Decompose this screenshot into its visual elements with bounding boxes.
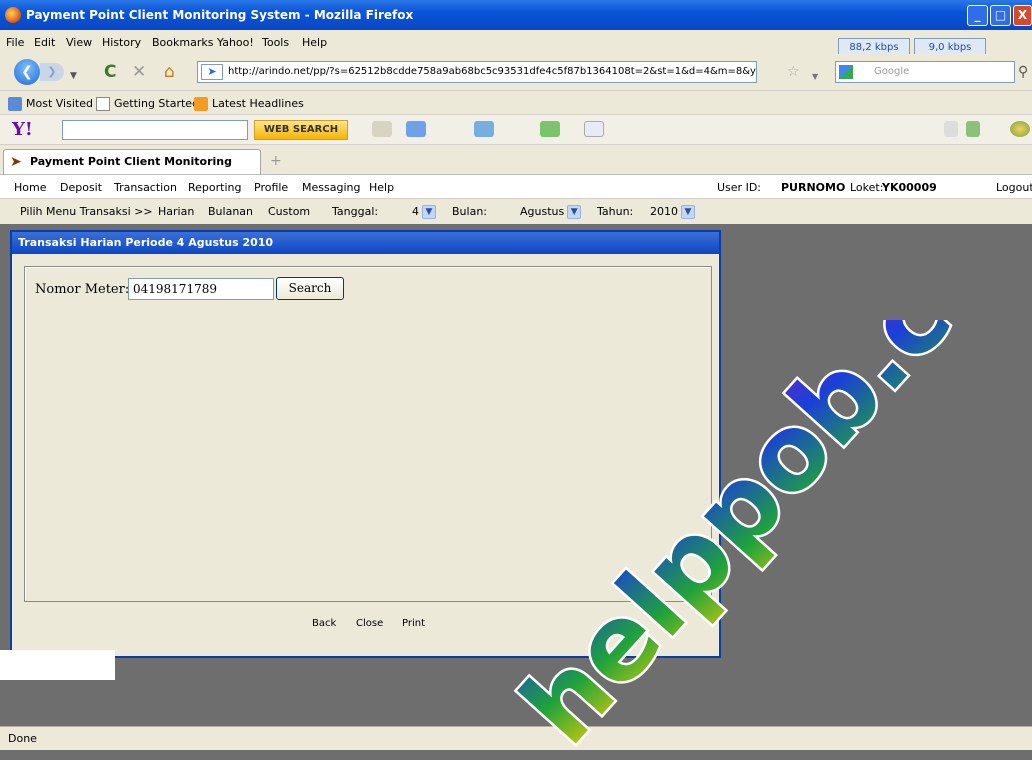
search-button[interactable]: Search bbox=[276, 277, 344, 300]
app-menu: Home Deposit Transaction Reporting Profi… bbox=[0, 174, 1032, 198]
window-titlebar: Payment Point Client Monitoring System -… bbox=[0, 0, 1032, 30]
stop-icon[interactable]: ✕ bbox=[132, 63, 146, 81]
menu-history[interactable]: History bbox=[102, 36, 141, 49]
logout-link[interactable]: Logout bbox=[996, 181, 1032, 194]
print-link[interactable]: Print bbox=[402, 618, 425, 629]
navigation-toolbar: ❮ ❯ ▼ C ✕ ⌂ ➤ http://arindo.net/pp/?s=62… bbox=[0, 54, 1032, 90]
toolbar-more-icon[interactable] bbox=[944, 121, 958, 137]
menu-help[interactable]: Help bbox=[302, 36, 327, 49]
back-arrow-icon[interactable]: ❮ bbox=[14, 59, 40, 85]
bulan-value: Agustus bbox=[520, 205, 565, 218]
chevron-down-icon[interactable]: ▼ bbox=[422, 205, 436, 219]
status-bar: Done bbox=[0, 726, 1032, 750]
tab-bar: ➤ Payment Point Client Monitoring Sys...… bbox=[0, 144, 1032, 192]
tanggal-select[interactable]: 4 ▼ bbox=[412, 203, 436, 221]
submenu-bulanan[interactable]: Bulanan bbox=[208, 205, 253, 218]
pencil-icon[interactable] bbox=[372, 121, 392, 137]
search-magnifier-icon[interactable]: ⚲ bbox=[1018, 63, 1028, 81]
address-bar[interactable]: ➤ http://arindo.net/pp/?s=62512b8cdde758… bbox=[197, 61, 757, 83]
tahun-label: Tahun: bbox=[597, 205, 634, 218]
rss-feed-icon bbox=[194, 97, 208, 111]
menu-edit[interactable]: Edit bbox=[34, 36, 55, 49]
finance-icon[interactable] bbox=[540, 121, 560, 137]
home-icon[interactable]: ⌂ bbox=[164, 63, 175, 81]
status-text: Done bbox=[8, 732, 37, 745]
submenu-custom[interactable]: Custom bbox=[268, 205, 310, 218]
menu-yahoo[interactable]: Yahoo! bbox=[217, 36, 254, 49]
loket-value: YK00009 bbox=[882, 181, 937, 194]
loket-label: Loket: bbox=[850, 181, 884, 194]
bulan-select[interactable]: Agustus ▼ bbox=[520, 203, 582, 221]
url-text: http://arindo.net/pp/?s=62512b8cdde758a9… bbox=[228, 66, 757, 77]
search-placeholder: Google bbox=[874, 66, 910, 77]
firefox-logo-icon bbox=[5, 7, 21, 23]
user-id-label: User ID: bbox=[717, 181, 761, 194]
google-engine-icon[interactable] bbox=[839, 65, 853, 79]
tab-active[interactable]: ➤ Payment Point Client Monitoring Sys... bbox=[3, 149, 261, 192]
toolbar-plus-icon[interactable] bbox=[966, 121, 980, 137]
menu-file[interactable]: File bbox=[6, 36, 24, 49]
nav-home[interactable]: Home bbox=[14, 181, 46, 194]
menu-bookmarks[interactable]: Bookmarks bbox=[152, 36, 213, 49]
user-id-value: PURNOMO bbox=[781, 181, 846, 194]
back-link[interactable]: Back bbox=[312, 618, 336, 629]
close-link[interactable]: Close bbox=[356, 618, 383, 629]
submenu-label: Pilih Menu Transaksi >> bbox=[20, 205, 153, 218]
reload-icon[interactable]: C bbox=[104, 63, 116, 81]
tahun-select[interactable]: 2010 ▼ bbox=[650, 203, 695, 221]
nav-transaction[interactable]: Transaction bbox=[114, 181, 177, 194]
most-visited-icon bbox=[8, 97, 22, 111]
history-dropdown-icon[interactable]: ▼ bbox=[70, 67, 77, 85]
bulan-label: Bulan: bbox=[452, 205, 487, 218]
yahoo-search-input[interactable] bbox=[62, 120, 248, 140]
maximize-button[interactable]: □ bbox=[990, 5, 1011, 26]
yahoo-toolbar: Y! WEB SEARCH bbox=[0, 114, 1032, 144]
url-dropdown-icon[interactable]: ▼ bbox=[812, 68, 818, 86]
tab-favicon-icon: ➤ bbox=[10, 154, 22, 170]
tanggal-label: Tanggal: bbox=[332, 205, 379, 218]
page-content: Transaksi Harian Periode 4 Agustus 2010 … bbox=[0, 224, 1032, 726]
transaction-panel: Transaksi Harian Periode 4 Agustus 2010 … bbox=[10, 230, 721, 658]
menu-tools[interactable]: Tools bbox=[262, 36, 289, 49]
panel-title: Transaksi Harian Periode 4 Agustus 2010 bbox=[12, 232, 719, 254]
flickr-icon[interactable] bbox=[584, 121, 604, 137]
tanggal-value: 4 bbox=[412, 205, 419, 218]
forward-arrow-icon[interactable]: ❯ bbox=[40, 63, 64, 81]
chevron-down-icon[interactable]: ▼ bbox=[567, 205, 582, 219]
bookmark-latest-headlines[interactable]: Latest Headlines bbox=[212, 97, 304, 110]
site-identity-icon[interactable]: ➤ bbox=[201, 64, 223, 80]
nav-messaging[interactable]: Messaging bbox=[302, 181, 360, 194]
search-box[interactable]: Google bbox=[835, 61, 1015, 83]
bookmarks-toolbar: Most Visited Getting Started Latest Head… bbox=[0, 90, 1032, 114]
settings-gear-icon[interactable] bbox=[1010, 121, 1030, 137]
meter-label: Nomor Meter: bbox=[35, 282, 130, 297]
tahun-value: 2010 bbox=[650, 205, 678, 218]
minimize-button[interactable]: _ bbox=[967, 5, 988, 26]
close-window-button[interactable]: X bbox=[1013, 5, 1032, 26]
left-white-strip bbox=[0, 650, 115, 680]
chevron-down-icon[interactable]: ▼ bbox=[681, 205, 695, 219]
bookmark-star-icon[interactable]: ☆ bbox=[787, 63, 800, 81]
menu-view[interactable]: View bbox=[66, 36, 92, 49]
transaction-submenu: Pilih Menu Transaksi >> Harian Bulanan C… bbox=[0, 198, 1032, 224]
window-title: Payment Point Client Monitoring System -… bbox=[26, 8, 414, 22]
meter-input[interactable]: 04198171789 bbox=[128, 278, 274, 300]
browser-menubar: File Edit View History Bookmarks Yahoo! … bbox=[0, 30, 1032, 58]
web-search-button[interactable]: WEB SEARCH bbox=[254, 120, 348, 140]
nav-reporting[interactable]: Reporting bbox=[188, 181, 241, 194]
nav-deposit[interactable]: Deposit bbox=[60, 181, 102, 194]
yahoo-logo[interactable]: Y! bbox=[12, 119, 33, 140]
bookmark-most-visited[interactable]: Most Visited bbox=[26, 97, 93, 110]
nav-help[interactable]: Help bbox=[369, 181, 394, 194]
page-icon bbox=[96, 97, 110, 111]
submenu-harian[interactable]: Harian bbox=[158, 205, 194, 218]
new-tab-button[interactable]: + bbox=[270, 153, 282, 169]
mail-icon[interactable] bbox=[406, 121, 426, 137]
search-fieldset: Nomor Meter: 04198171789 Search bbox=[24, 266, 712, 602]
weather-icon[interactable] bbox=[474, 121, 494, 137]
nav-profile[interactable]: Profile bbox=[254, 181, 288, 194]
bookmark-getting-started[interactable]: Getting Started bbox=[114, 97, 199, 110]
